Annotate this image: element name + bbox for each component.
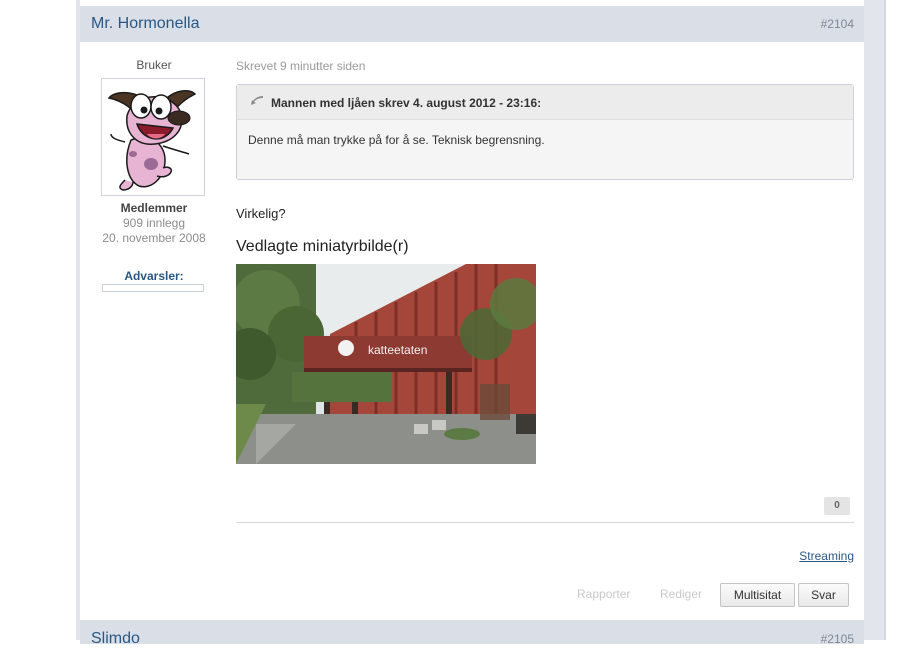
author-name-link[interactable]: Mr. Hormonella (91, 15, 199, 33)
edit-link[interactable]: Rediger (660, 587, 702, 601)
attachment-thumbnail[interactable]: katteetaten (236, 264, 536, 464)
post-date: Skrevet 9 minutter siden (236, 59, 366, 73)
signature-link[interactable]: Streaming (799, 549, 854, 563)
right-margin (886, 0, 914, 640)
post-header: Mr. Hormonella #2104 (80, 6, 864, 42)
signature-divider (236, 522, 854, 523)
user-post-count: 909 innlegg (122, 216, 186, 230)
warnings-bar (102, 284, 204, 292)
quote-header: Mannen med ljåen skrev 4. august 2012 - … (237, 85, 853, 120)
avatar-dog-image (103, 80, 203, 194)
quote-block: Mannen med ljåen skrev 4. august 2012 - … (236, 84, 854, 180)
user-title: Bruker (136, 58, 172, 72)
reply-button[interactable]: Svar (798, 583, 849, 607)
user-group: Medlemmer (120, 201, 188, 215)
post-message: Virkelig? (236, 206, 286, 221)
reputation-badge[interactable]: 0 (824, 497, 850, 515)
report-link[interactable]: Rapporter (577, 587, 630, 601)
next-post-header: Slimdo #2105 (80, 620, 864, 647)
quote-text: Denne må man trykke på for å se. Teknisk… (248, 133, 545, 147)
next-author-name-link[interactable]: Slimdo (91, 630, 140, 648)
avatar[interactable] (101, 78, 205, 196)
attachments-title: Vedlagte miniatyrbilde(r) (236, 238, 409, 255)
quote-citation: Mannen med ljåen skrev 4. august 2012 - … (271, 96, 542, 110)
post-number-link[interactable]: #2104 (821, 17, 854, 31)
building-sign-text: katteetaten (368, 343, 427, 357)
next-post-number-link[interactable]: #2105 (821, 632, 854, 646)
multiquote-button[interactable]: Multisitat (720, 583, 795, 607)
warnings-label[interactable]: Advarsler: (96, 269, 212, 283)
user-join-date: 20. november 2008 (102, 231, 206, 245)
quote-arrow-icon[interactable] (250, 96, 264, 106)
